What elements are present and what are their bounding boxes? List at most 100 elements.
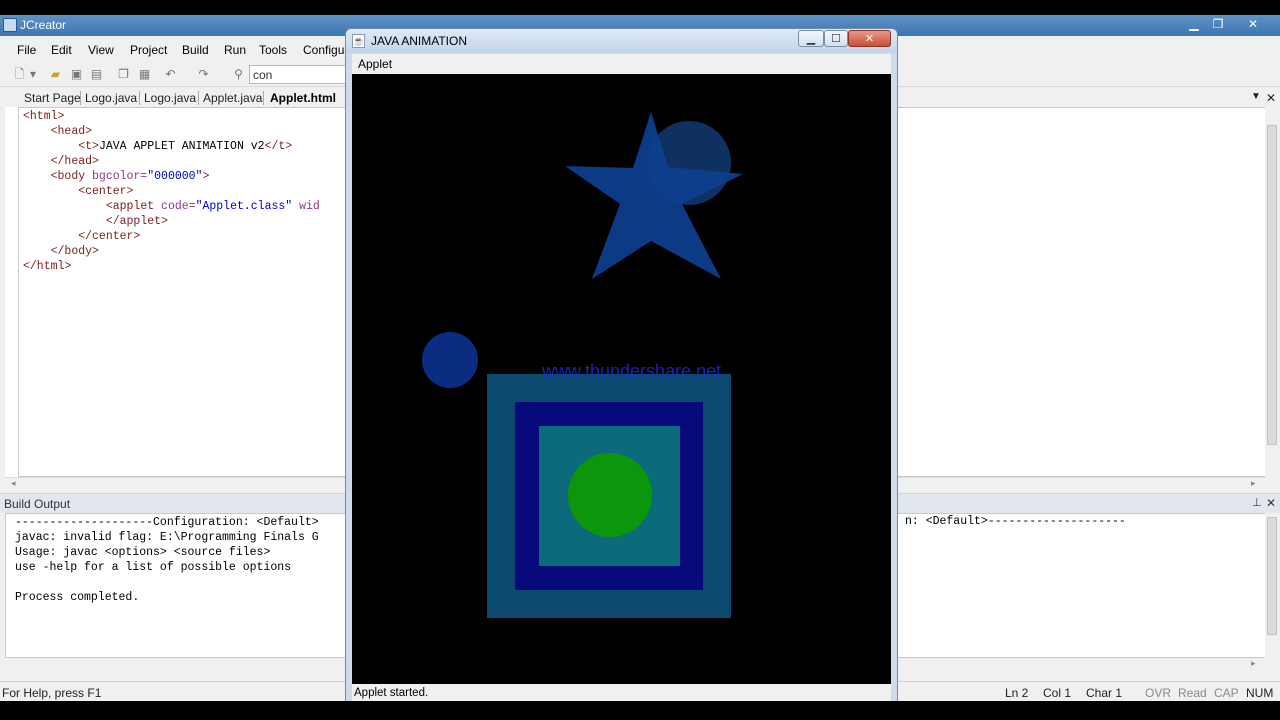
find-input[interactable] — [249, 65, 349, 84]
applet-window: ☕ JAVA ANIMATION ▁ ☐ ✕ Applet www.thunde… — [345, 28, 898, 702]
applet-titlebar[interactable]: ☕ JAVA ANIMATION ▁ ☐ ✕ — [346, 29, 897, 53]
code-token: "000000" — [147, 170, 203, 183]
menu-configure[interactable]: Configu — [303, 43, 344, 57]
status-column: Col 1 — [1043, 686, 1072, 700]
status-char: Char 1 — [1086, 686, 1123, 700]
status-help: For Help, press F1 — [2, 686, 102, 700]
build-scroll-right-icon[interactable]: ▸ — [1251, 658, 1256, 669]
code-token: </html> — [23, 260, 72, 273]
code-token: JAVA APPLET ANIMATION v2 — [98, 140, 265, 153]
close-tab-button[interactable]: ✕ — [1266, 89, 1276, 107]
code-line: </applet> — [23, 215, 168, 228]
status-num: NUM — [1246, 686, 1274, 700]
redo-icon[interactable]: ↷ — [196, 67, 211, 81]
code-token: <center> — [78, 185, 134, 198]
menu-tools[interactable]: Tools — [259, 43, 287, 57]
tab-list-dropdown-icon[interactable]: ▼ — [1251, 89, 1261, 107]
tab-start-page[interactable]: Start Page — [24, 89, 81, 107]
build-scroll-thumb[interactable] — [1267, 517, 1277, 635]
scroll-left-icon[interactable]: ◂ — [11, 478, 16, 489]
code-token: "Applet.class" — [195, 200, 293, 213]
copy-icon[interactable]: ❐ — [116, 67, 131, 81]
tab-divider — [139, 91, 140, 105]
status-cap: CAP — [1214, 686, 1239, 700]
ide-minimize-button[interactable]: ▁ — [1184, 17, 1204, 33]
applet-close-button[interactable]: ✕ — [848, 30, 891, 47]
tab-logo-java-2[interactable]: Logo.java — [144, 89, 196, 107]
code-line: <html> — [23, 110, 64, 123]
open-folder-icon[interactable]: ▰ — [48, 67, 63, 81]
screen-bottom-border — [0, 701, 1280, 720]
code-token: <t> — [78, 140, 99, 153]
code-token: <body — [50, 170, 93, 183]
code-line: </html> — [23, 260, 71, 273]
applet-canvas: www.thundershare.net — [352, 74, 891, 684]
menu-run[interactable]: Run — [224, 43, 246, 57]
tab-logo-java-1[interactable]: Logo.java — [85, 89, 137, 107]
build-vertical-scrollbar[interactable] — [1265, 513, 1279, 658]
undo-icon[interactable]: ↶ — [163, 67, 178, 81]
screen-top-border — [0, 0, 1280, 15]
code-line: <t>JAVA APPLET ANIMATION v2</t> — [23, 140, 292, 153]
save-icon[interactable]: ▣ — [69, 67, 84, 81]
menu-build[interactable]: Build — [182, 43, 209, 57]
code-line: <center> — [23, 185, 133, 198]
ide-close-button[interactable]: ✕ — [1243, 17, 1263, 33]
tab-applet-java[interactable]: Applet.java — [203, 89, 262, 107]
build-output-line: Process completed. — [15, 591, 140, 604]
build-output-line: --------------------Configuration: <Defa… — [15, 516, 319, 529]
code-line: </body> — [23, 245, 99, 258]
java-cup-icon: ☕ — [352, 34, 365, 48]
scroll-right-icon[interactable]: ▸ — [1251, 478, 1256, 489]
build-output-line: use -help for a list of possible options — [15, 561, 292, 574]
menu-project[interactable]: Project — [130, 43, 167, 57]
code-token: <applet — [105, 200, 162, 213]
applet-title: JAVA ANIMATION — [371, 34, 468, 48]
build-output-title: Build Output — [4, 497, 71, 511]
build-output-close-icon[interactable]: ✕ — [1266, 496, 1276, 510]
watermark-text: www.thundershare.net — [541, 361, 721, 381]
new-dropdown-icon[interactable]: ▾ — [29, 67, 37, 81]
applet-minimize-button[interactable]: ▁ — [798, 30, 824, 47]
applet-menubar: Applet — [352, 54, 891, 74]
code-token: </body> — [50, 245, 99, 258]
tab-divider — [263, 91, 264, 105]
code-token: </center> — [78, 230, 141, 243]
small-blue-circle — [422, 332, 478, 388]
menu-file[interactable]: File — [17, 43, 36, 57]
code-token: code= — [161, 200, 196, 213]
ide-maximize-button[interactable]: ❐ — [1208, 17, 1228, 33]
menu-view[interactable]: View — [88, 43, 114, 57]
applet-menu[interactable]: Applet — [358, 57, 392, 71]
editor-scroll-thumb[interactable] — [1267, 125, 1277, 445]
build-output-config-right: n: <Default>-------------------- — [905, 515, 1126, 528]
new-file-icon[interactable]: 🗋 — [12, 67, 27, 81]
paste-icon[interactable]: ▦ — [137, 67, 152, 81]
code-token: </t> — [264, 140, 293, 153]
editor-vertical-scrollbar[interactable] — [1265, 107, 1279, 477]
code-token: </applet> — [105, 215, 168, 228]
status-ovr: OVR — [1145, 686, 1172, 700]
code-token: <head> — [50, 125, 93, 138]
status-line: Ln 2 — [1005, 686, 1029, 700]
save-all-icon[interactable]: ▤ — [89, 67, 104, 81]
animation-drawing: www.thundershare.net — [422, 112, 743, 618]
tab-divider — [80, 91, 81, 105]
tab-applet-html[interactable]: Applet.html — [270, 89, 336, 107]
ide-title: JCreator — [20, 18, 67, 32]
code-token: bgcolor= — [92, 170, 148, 183]
build-output-line: Usage: javac <options> <source files> — [15, 546, 271, 559]
pin-icon[interactable]: ⊥ — [1252, 496, 1262, 509]
code-line: </center> — [23, 230, 140, 243]
applet-maximize-button[interactable]: ☐ — [824, 30, 848, 47]
code-line: <body bgcolor="000000"> — [23, 170, 210, 183]
menu-edit[interactable]: Edit — [51, 43, 72, 57]
find-icon[interactable]: ⚲ — [231, 67, 246, 81]
